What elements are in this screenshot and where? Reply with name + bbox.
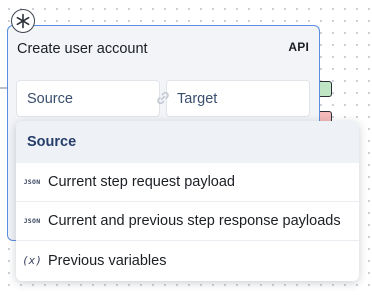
target-field[interactable]: Target [166,80,310,117]
menu-item-previous-variables[interactable]: (x) Previous variables [16,241,359,280]
asterisk-icon [11,9,35,33]
node-type-tag: API [288,40,309,54]
dropdown-header: Source [16,121,359,163]
menu-item-label: Current and previous step response paylo… [48,213,341,229]
json-icon: JSON [23,178,41,186]
source-field[interactable]: Source [16,80,160,117]
source-dropdown-menu: Source JSON Current step request payload… [16,121,359,281]
menu-item-label: Previous variables [48,252,167,269]
menu-item-current-and-previous-step-response-payloads[interactable]: JSON Current and previous step response … [16,202,359,241]
node-title: Create user account [17,41,148,57]
menu-item-current-step-request-payload[interactable]: JSON Current step request payload [16,163,359,202]
link-icon [155,90,171,106]
json-icon: JSON [23,217,41,225]
variable-icon: (x) [22,254,42,267]
menu-item-label: Current step request payload [48,174,235,190]
